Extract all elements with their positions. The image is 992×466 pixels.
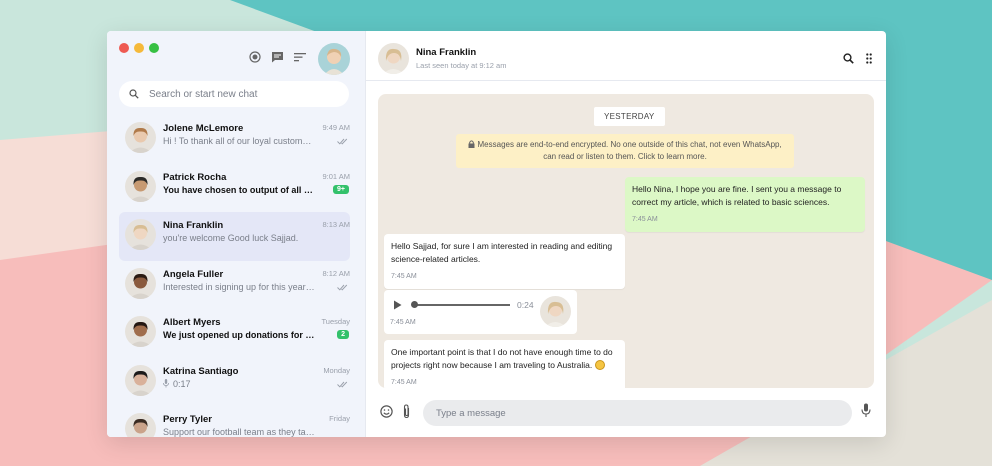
- message-time: 7:45 AM: [391, 379, 417, 386]
- chat-avatar: [125, 413, 156, 437]
- filter-icon[interactable]: [294, 51, 306, 63]
- chat-name: Patrick Rocha: [163, 171, 227, 183]
- chat-name: Katrina Santiago: [163, 365, 239, 377]
- chat-avatar: [125, 170, 156, 202]
- chat-preview-text: You have chosen to output of all future …: [163, 184, 315, 195]
- search-input[interactable]: [149, 88, 329, 100]
- lock-icon: [468, 140, 475, 148]
- chat-time: Friday: [329, 414, 350, 423]
- chat-preview: Hi ! To thank all of our loyal customers…: [163, 136, 315, 146]
- chat-preview-text: Hi ! To thank all of our loyal customers…: [163, 136, 315, 146]
- contact-last-seen: Last seen today at 9:12 am: [416, 61, 507, 70]
- search-bar: [119, 81, 349, 107]
- chat-preview: You have chosen to output of all future …: [163, 185, 315, 195]
- chat-preview: Support our football team as they take t…: [163, 427, 315, 437]
- contact-name[interactable]: Nina Franklin: [416, 47, 476, 58]
- chat-time: 9:01 AM: [322, 171, 350, 181]
- chat-time: 8:13 AM: [322, 220, 350, 229]
- search-icon: [129, 89, 139, 99]
- conversation-header: Nina Franklin Last seen today at 9:12 am: [366, 31, 886, 81]
- chat-avatar: [125, 267, 156, 299]
- voice-progress-handle[interactable]: [411, 301, 418, 308]
- emoji-icon[interactable]: [380, 405, 393, 418]
- message-area[interactable]: YESTERDAY Messages are end-to-end encryp…: [378, 94, 874, 388]
- conversation-pane: Nina Franklin Last seen today at 9:12 am…: [366, 31, 886, 437]
- unread-badge: 2: [337, 330, 349, 339]
- chat-preview: We just opened up donations for this yea…: [163, 330, 315, 340]
- my-avatar[interactable]: [318, 43, 350, 75]
- message-composer: [366, 398, 886, 428]
- encryption-notice[interactable]: Messages are end-to-end encrypted. No on…: [456, 134, 794, 168]
- message-bubble-incoming[interactable]: Hello Sajjad, for sure I am interested i…: [384, 234, 625, 289]
- chat-list-item[interactable]: Angela Fuller Interested in signing up fo…: [119, 261, 350, 310]
- voice-duration: 0:24: [517, 300, 534, 310]
- new-chat-icon[interactable]: [271, 51, 284, 63]
- chat-preview: you're welcome Good luck Sajjad.: [163, 233, 315, 243]
- search-icon[interactable]: [843, 53, 854, 64]
- encryption-text-line1: Messages are end-to-end encrypted. No on…: [477, 140, 782, 149]
- chat-list-item[interactable]: Perry Tyler Support our football team as …: [119, 406, 350, 437]
- chat-name: Jolene McLemore: [163, 123, 244, 134]
- message-bubble-outgoing[interactable]: Hello Nina, I hope you are fine. I sent …: [625, 177, 865, 232]
- chat-time: 9:49 AM: [322, 123, 350, 132]
- message-time: 7:45 AM: [391, 273, 417, 280]
- microphone-icon: [163, 378, 169, 387]
- chat-preview-text: 0:17: [173, 378, 191, 389]
- chat-name: Nina Franklin: [163, 220, 224, 231]
- attach-icon[interactable]: [402, 404, 411, 419]
- chat-preview-text: Interested in signing up for this year's…: [163, 281, 315, 292]
- chat-list-item[interactable]: Katrina Santiago 0:17 Monday: [119, 358, 350, 407]
- play-icon[interactable]: [393, 300, 402, 310]
- message-input[interactable]: [423, 400, 852, 426]
- minimize-window-button[interactable]: [134, 43, 144, 53]
- sidebar-toolbar: [249, 51, 306, 63]
- chat-preview-text: Support our football team as they take t…: [163, 427, 315, 437]
- chat-time: Monday: [323, 365, 350, 375]
- menu-grid-icon[interactable]: [866, 53, 872, 64]
- chat-name: Albert Myers: [163, 317, 221, 328]
- chat-list-item[interactable]: Jolene McLemore Hi ! To thank all of our …: [119, 115, 350, 164]
- encryption-text-line2: can read or listen to them. Click to lea…: [543, 152, 707, 161]
- voice-progress-track[interactable]: [414, 304, 510, 306]
- chat-list-item[interactable]: Nina Franklin you're welcome Good luck Sa…: [119, 212, 350, 261]
- chat-avatar: [125, 364, 156, 396]
- read-receipt-icon: [337, 284, 348, 291]
- message-text: Hello Nina, I hope you are fine. I sent …: [632, 184, 842, 207]
- status-icon[interactable]: [249, 51, 261, 63]
- message-bubble-incoming[interactable]: One important point is that I do not hav…: [384, 340, 625, 388]
- smiley-emoji-icon: [594, 360, 605, 370]
- unread-badge: 9+: [333, 184, 349, 194]
- message-time: 7:45 AM: [632, 216, 658, 223]
- chat-avatar: [125, 122, 156, 153]
- message-text: Hello Sajjad, for sure I am interested i…: [391, 241, 613, 264]
- app-window: Jolene McLemore Hi ! To thank all of our …: [107, 31, 886, 437]
- chat-preview: Interested in signing up for this year's…: [163, 282, 315, 292]
- chat-list-item[interactable]: Patrick Rocha You have chosen to output o…: [119, 164, 350, 213]
- sidebar: Jolene McLemore Hi ! To thank all of our …: [107, 31, 366, 437]
- read-receipt-icon: [337, 381, 348, 388]
- contact-avatar[interactable]: [378, 43, 409, 74]
- chat-name: Perry Tyler: [163, 414, 212, 425]
- message-time: 7:45 AM: [390, 319, 416, 326]
- voice-sender-avatar: [540, 296, 571, 327]
- window-controls: [119, 43, 159, 53]
- maximize-window-button[interactable]: [149, 43, 159, 53]
- chat-time: Tuesday: [321, 317, 351, 326]
- header-actions: [843, 53, 872, 64]
- microphone-icon[interactable]: [861, 403, 871, 418]
- close-window-button[interactable]: [119, 43, 129, 53]
- chat-preview: 0:17: [163, 378, 315, 389]
- chat-list: Jolene McLemore Hi ! To thank all of our …: [107, 115, 366, 437]
- day-separator: YESTERDAY: [594, 107, 665, 126]
- chat-list-item[interactable]: Albert Myers We just opened up donations …: [119, 309, 350, 358]
- chat-preview-text: We just opened up donations for this yea…: [163, 330, 315, 340]
- message-text: One important point is that I do not hav…: [391, 347, 613, 370]
- chat-time: 8:12 AM: [322, 268, 350, 278]
- voice-message-incoming[interactable]: 0:24 7:45 AM: [384, 290, 577, 334]
- read-receipt-icon: [337, 138, 348, 145]
- chat-preview-text: you're welcome Good luck Sajjad.: [163, 233, 299, 243]
- chat-name: Angela Fuller: [163, 268, 224, 280]
- chat-avatar: [125, 316, 156, 347]
- chat-avatar: [125, 219, 156, 250]
